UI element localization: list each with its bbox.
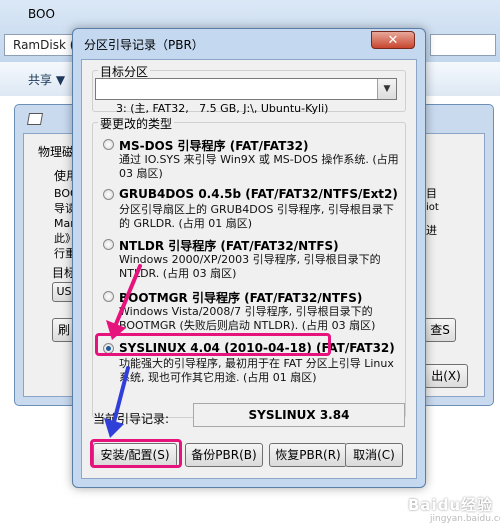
target-partition-combo[interactable]: 3: (主, FAT32, 7.5 GB, J:\, Ubuntu-Kyli) …	[95, 78, 397, 115]
view-button-label: 查S	[430, 323, 450, 337]
option-desc: 功能强大的引导程序, 最初用于在 FAT 分区上引导 Linux 系统, 现也可…	[119, 357, 394, 384]
explorer-address-text: RamDisk (	[13, 38, 75, 52]
bootice-right-line: iot	[426, 202, 439, 213]
close-button[interactable]: ✕	[371, 31, 415, 49]
radio-ntldr[interactable]	[103, 239, 114, 250]
current-record-value: SYSLINUX 3.84	[193, 403, 405, 427]
dialog-title: 分区引导记录（PBR）	[84, 38, 204, 52]
option-desc: 通过 IO.SYS 来引导 Win9X 或 MS-DOS 操作系统. (占用 0…	[119, 153, 399, 180]
option-title: NTLDR 引导程序 (FAT/FAT32/NTFS)	[119, 239, 339, 253]
option-title: BOOTMGR 引导程序 (FAT/FAT32/NTFS)	[119, 291, 363, 305]
option-msdos[interactable]: MS-DOS 引导程序 (FAT/FAT32) 通过 IO.SYS 来引导 Wi…	[103, 137, 403, 180]
option-grub4dos[interactable]: GRUB4DOS 0.4.5b (FAT/FAT32/NTFS/Ext2) 分区…	[103, 187, 403, 230]
tab-physical-disk[interactable]: 物理磁	[38, 143, 74, 160]
watermark-url: jingyan.baidu.com	[430, 514, 500, 524]
pink-arrow-icon	[106, 264, 142, 340]
share-menu-button[interactable]: 共享 ▼	[28, 71, 65, 88]
cancel-button-label: 取消(C)	[353, 448, 395, 462]
backup-button-label: 备份PBR(B)	[191, 448, 257, 462]
arrowhead-icon	[104, 418, 124, 438]
option-title: MS-DOS 引导程序 (FAT/FAT32)	[119, 139, 309, 153]
bootice-title: BOO	[28, 7, 55, 21]
option-title: GRUB4DOS 0.4.5b (FAT/FAT32/NTFS/Ext2)	[119, 187, 398, 201]
explorer-search-box[interactable]	[430, 34, 496, 56]
view-button[interactable]: 查S	[424, 318, 456, 342]
backup-pbr-button[interactable]: 备份PBR(B)	[185, 443, 263, 467]
option-bootmgr[interactable]: BOOTMGR 引导程序 (FAT/FAT32/NTFS) Windows Vi…	[103, 289, 403, 333]
option-desc: Windows Vista/2008/7 引导程序, 引导根目录下的 BOOTM…	[119, 305, 376, 332]
blue-arrow-icon	[104, 366, 130, 438]
exit-button-label: 出(X)	[431, 369, 461, 383]
chevron-down-icon[interactable]: ▼	[377, 79, 396, 99]
bootice-right-line: 进	[426, 224, 437, 237]
restore-button-label: 恢复PBR(R)	[275, 448, 341, 462]
watermark-logo: Baidu经验	[408, 496, 494, 514]
option-desc: Windows 2000/XP/2003 引导程序, 引导根目录下的 NTLDR…	[119, 253, 381, 280]
close-icon: ✕	[387, 33, 399, 48]
bootice-right-text: 目	[426, 186, 438, 201]
install-highlight-box	[90, 439, 182, 468]
refresh-button-label: 刷	[57, 323, 70, 337]
radio-grub4dos[interactable]	[103, 189, 114, 200]
option-desc: 分区引导扇区上的 GRUB4DOS 引导程序, 引导根目录下的 GRLDR. (…	[119, 203, 394, 230]
radio-msdos[interactable]	[103, 139, 114, 150]
bootice-right-line: 目	[426, 187, 437, 200]
cancel-button[interactable]: 取消(C)	[345, 443, 403, 467]
restore-pbr-button[interactable]: 恢复PBR(R)	[269, 443, 347, 467]
target-partition-value: 3: (主, FAT32, 7.5 GB, J:\, Ubuntu-Kyli)	[116, 102, 329, 115]
exit-button[interactable]: 出(X)	[424, 364, 468, 388]
option-ntldr[interactable]: NTLDR 引导程序 (FAT/FAT32/NTFS) Windows 2000…	[103, 237, 403, 280]
bootice-app-icon	[26, 113, 44, 125]
bootice-target-value: US	[56, 285, 72, 298]
